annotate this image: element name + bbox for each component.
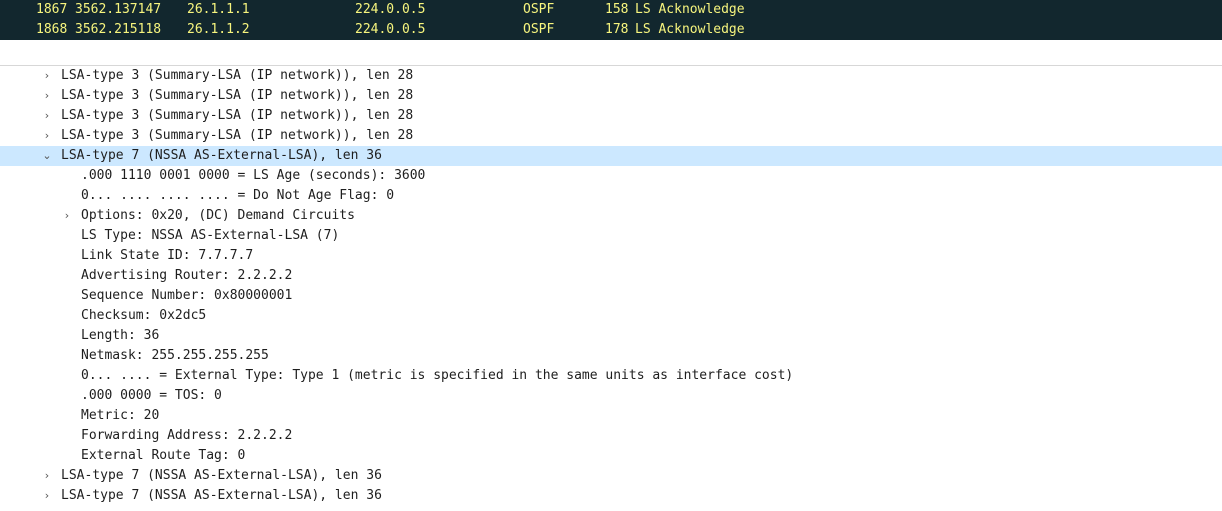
tree-node[interactable]: ⌄ LSA-type 7 (NSSA AS-External-LSA), len … xyxy=(0,146,1222,166)
packet-protocol: OSPF xyxy=(523,22,555,37)
tree-row-label: LSA-type 3 (Summary-LSA (IP network)), l… xyxy=(61,108,414,123)
expanded-chevron-icon[interactable]: ⌄ xyxy=(41,146,53,166)
tree-row-label: Sequence Number: 0x80000001 xyxy=(81,288,293,303)
packet-row[interactable]: 1868 3562.215118 26.1.1.2 224.0.0.5 OSPF… xyxy=(0,20,1222,40)
tree-row-label: External Route Tag: 0 xyxy=(81,448,246,463)
tree-row-label: .000 1110 0001 0000 = LS Age (seconds): … xyxy=(81,168,426,183)
tree-node[interactable]: › LSA-type 3 (Summary-LSA (IP network)), … xyxy=(0,66,1222,86)
collapsed-chevron-icon[interactable]: › xyxy=(41,106,53,126)
packet-time: 3562.215118 xyxy=(75,22,162,37)
packet-source: 26.1.1.1 xyxy=(187,2,250,17)
tree-row-label: 0... .... .... .... = Do Not Age Flag: 0 xyxy=(81,188,395,203)
tree-row-label: Forwarding Address: 2.2.2.2 xyxy=(81,428,293,443)
tree-row-label: LSA-type 3 (Summary-LSA (IP network)), l… xyxy=(61,88,414,103)
tree-row-label: LSA-type 3 (Summary-LSA (IP network)), l… xyxy=(61,68,414,83)
tree-field[interactable]: 0... .... .... .... = Do Not Age Flag: 0 xyxy=(0,186,1222,206)
tree-field[interactable]: Forwarding Address: 2.2.2.2 xyxy=(0,426,1222,446)
tree-row-label: Checksum: 0x2dc5 xyxy=(81,308,207,323)
tree-row-label: LSA-type 7 (NSSA AS-External-LSA), len 3… xyxy=(61,468,382,483)
packet-protocol: OSPF xyxy=(523,2,555,17)
packet-info: LS Acknowledge xyxy=(635,22,745,37)
collapsed-chevron-icon[interactable]: › xyxy=(41,486,53,506)
tree-row-label: LSA-type 7 (NSSA AS-External-LSA), len 3… xyxy=(61,148,382,163)
tree-field[interactable]: Length: 36 xyxy=(0,326,1222,346)
tree-field[interactable]: LS Type: NSSA AS-External-LSA (7) xyxy=(0,226,1222,246)
tree-field[interactable]: Checksum: 0x2dc5 xyxy=(0,306,1222,326)
packet-length: 158 xyxy=(605,2,629,17)
tree-row-label: Link State ID: 7.7.7.7 xyxy=(81,248,254,263)
tree-field[interactable]: Advertising Router: 2.2.2.2 xyxy=(0,266,1222,286)
collapsed-chevron-icon[interactable]: › xyxy=(41,66,53,86)
packet-destination: 224.0.0.5 xyxy=(355,22,426,37)
tree-field[interactable]: .000 1110 0001 0000 = LS Age (seconds): … xyxy=(0,166,1222,186)
tree-row-label: Advertising Router: 2.2.2.2 xyxy=(81,268,293,283)
tree-row-label: .000 0000 = TOS: 0 xyxy=(81,388,222,403)
tree-row-label: Options: 0x20, (DC) Demand Circuits xyxy=(81,208,355,223)
packet-length: 178 xyxy=(605,22,629,37)
tree-field[interactable]: Metric: 20 xyxy=(0,406,1222,426)
tree-node[interactable]: › LSA-type 3 (Summary-LSA (IP network)), … xyxy=(0,86,1222,106)
tree-field[interactable]: .000 0000 = TOS: 0 xyxy=(0,386,1222,406)
packet-number: 1868 xyxy=(36,22,68,37)
tree-field[interactable]: Netmask: 255.255.255.255 xyxy=(0,346,1222,366)
packet-list[interactable]: 1867 3562.137147 26.1.1.1 224.0.0.5 OSPF… xyxy=(0,0,1222,40)
packet-row[interactable]: 1867 3562.137147 26.1.1.1 224.0.0.5 OSPF… xyxy=(0,0,1222,20)
tree-node[interactable]: › LSA-type 7 (NSSA AS-External-LSA), len … xyxy=(0,486,1222,506)
packet-detail-tree[interactable]: › LSA-type 3 (Summary-LSA (IP network)), … xyxy=(0,66,1222,511)
tree-field[interactable]: Link State ID: 7.7.7.7 xyxy=(0,246,1222,266)
collapsed-chevron-icon[interactable]: › xyxy=(41,466,53,486)
tree-row-label: LS Type: NSSA AS-External-LSA (7) xyxy=(81,228,340,243)
collapsed-chevron-icon[interactable]: › xyxy=(41,126,53,146)
tree-node[interactable]: › LSA-type 3 (Summary-LSA (IP network)), … xyxy=(0,126,1222,146)
collapsed-chevron-icon[interactable]: › xyxy=(41,86,53,106)
tree-field[interactable]: Sequence Number: 0x80000001 xyxy=(0,286,1222,306)
collapsed-chevron-icon[interactable]: › xyxy=(61,206,73,226)
tree-row-label: Netmask: 255.255.255.255 xyxy=(81,348,269,363)
pane-splitter[interactable] xyxy=(0,40,1222,66)
tree-row-label: LSA-type 7 (NSSA AS-External-LSA), len 3… xyxy=(61,488,382,503)
tree-row-label: Length: 36 xyxy=(81,328,160,343)
tree-row-label: 0... .... = External Type: Type 1 (metri… xyxy=(81,368,794,383)
tree-row-label: LSA-type 3 (Summary-LSA (IP network)), l… xyxy=(61,128,414,143)
packet-time: 3562.137147 xyxy=(75,2,162,17)
tree-row-label: Metric: 20 xyxy=(81,408,160,423)
packet-source: 26.1.1.2 xyxy=(187,22,250,37)
packet-destination: 224.0.0.5 xyxy=(355,2,426,17)
tree-field[interactable]: 0... .... = External Type: Type 1 (metri… xyxy=(0,366,1222,386)
tree-node[interactable]: › LSA-type 7 (NSSA AS-External-LSA), len … xyxy=(0,466,1222,486)
packet-info: LS Acknowledge xyxy=(635,2,745,17)
tree-node[interactable]: › LSA-type 3 (Summary-LSA (IP network)), … xyxy=(0,106,1222,126)
tree-field[interactable]: › Options: 0x20, (DC) Demand Circuits xyxy=(0,206,1222,226)
packet-number: 1867 xyxy=(36,2,68,17)
tree-field[interactable]: External Route Tag: 0 xyxy=(0,446,1222,466)
